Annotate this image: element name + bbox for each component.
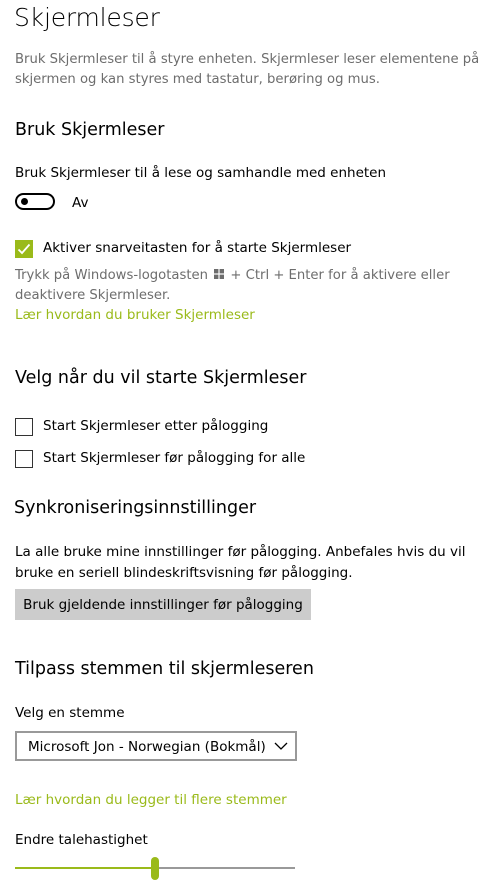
start-after-login-label: Start Skjermleser etter pålogging	[43, 418, 269, 434]
checkmark-icon	[17, 243, 31, 255]
toggle-knob	[21, 198, 28, 205]
use-narrator-heading: Bruk Skjermleser	[15, 120, 165, 140]
sync-description: La alle bruke mine innstillinger før pål…	[15, 544, 466, 581]
add-voices-link[interactable]: Lær hvordan du legger til flere stemmer	[15, 792, 287, 808]
speech-rate-label: Endre talehastighet	[15, 832, 148, 848]
sync-heading: Synkroniseringsinnstillinger	[14, 498, 257, 518]
voice-heading: Tilpass stemmen til skjermleseren	[15, 659, 314, 679]
learn-narrator-link[interactable]: Lær hvordan du bruker Skjermleser	[15, 307, 255, 323]
narrator-toggle-label: Bruk Skjermleser til å lese og samhandle…	[15, 165, 387, 181]
voice-select-value: Microsoft Jon - Norwegian (Bokmål)	[28, 739, 266, 755]
narrator-toggle-state: Av	[72, 195, 89, 211]
page-description: Bruk Skjermleser til å styre enheten. Sk…	[15, 52, 480, 87]
shortcut-key-checkbox[interactable]	[15, 240, 33, 258]
voice-select[interactable]: Microsoft Jon - Norwegian (Bokmål)	[15, 731, 297, 761]
start-after-login-checkbox[interactable]	[15, 418, 33, 436]
shortcut-hint: Trykk på Windows-logotasten + Ctrl + Ent…	[15, 266, 485, 306]
shortcut-hint-before: Trykk på Windows-logotasten	[15, 268, 209, 283]
page-title: Skjermleser	[14, 3, 160, 32]
start-options-heading: Velg når du vil starte Skjermleser	[15, 368, 307, 388]
narrator-toggle[interactable]	[15, 193, 55, 210]
chevron-down-icon	[274, 742, 288, 750]
shortcut-key-checkbox-label: Aktiver snarveitasten for å starte Skjer…	[43, 240, 352, 256]
voice-select-label: Velg en stemme	[15, 705, 125, 721]
apply-settings-button[interactable]: Bruk gjeldende innstillinger før påloggi…	[15, 589, 311, 620]
windows-logo-icon	[214, 268, 225, 279]
start-before-login-label: Start Skjermleser før pålogging for alle	[43, 450, 306, 466]
start-before-login-checkbox[interactable]	[15, 450, 33, 468]
speech-rate-fill	[15, 867, 155, 869]
speech-rate-slider-thumb[interactable]	[151, 857, 159, 880]
